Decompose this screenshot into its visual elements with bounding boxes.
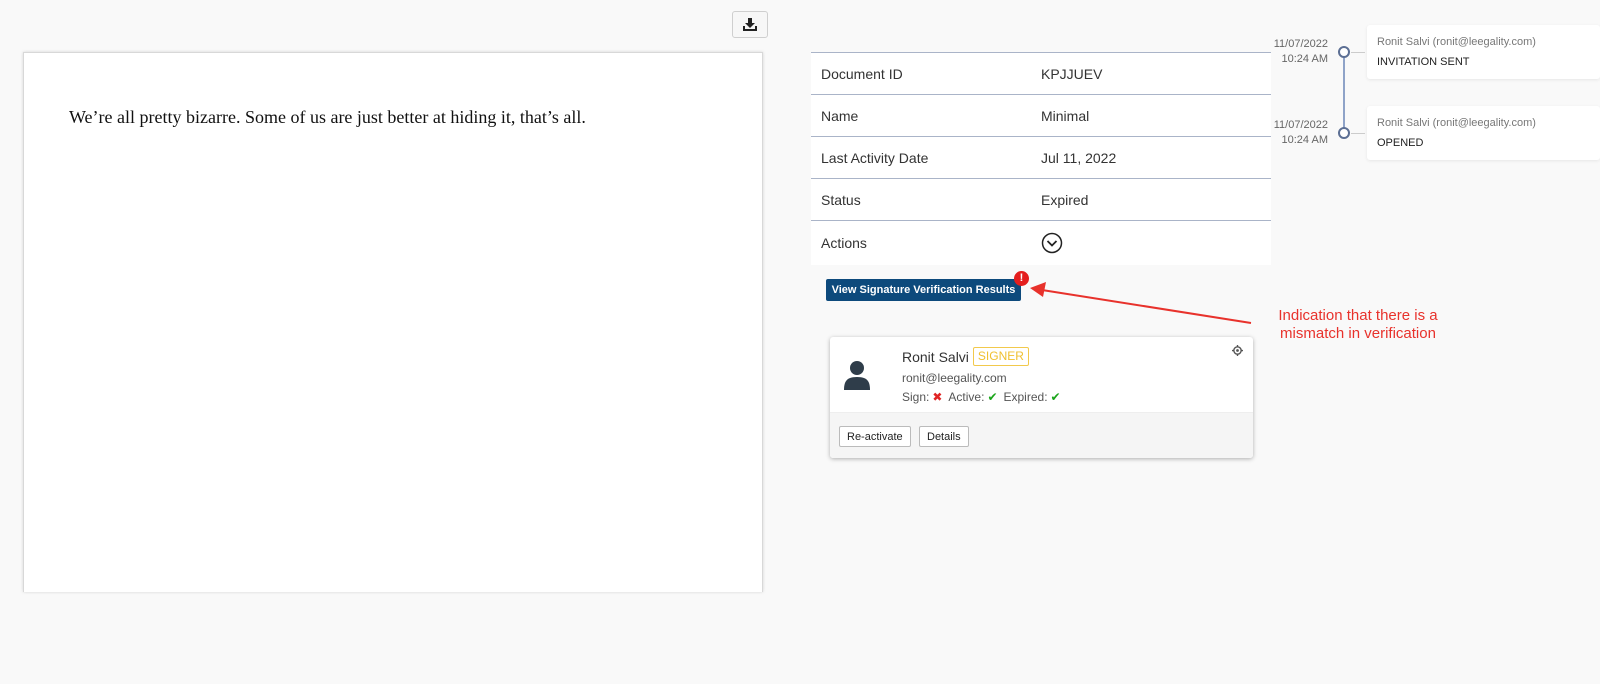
signer-role-badge: SIGNER: [972, 347, 1029, 366]
signer-status: Sign: ✖ Active: ✔ Expired: ✔: [902, 390, 1067, 404]
timeline-line: [1343, 52, 1345, 133]
check-icon: ✔: [987, 390, 998, 404]
timeline-time-value: 10:24 AM: [1281, 53, 1328, 65]
timeline-actor: Ronit Salvi (ronit@leegality.com): [1377, 36, 1536, 48]
cross-icon: ✖: [932, 390, 943, 404]
active-label: Active:: [948, 390, 985, 404]
timeline-date: 11/07/2022 10:24 AM: [1240, 37, 1328, 67]
timeline-node: [1338, 46, 1350, 58]
reactivate-button[interactable]: Re-activate: [839, 426, 911, 447]
timeline-actor: Ronit Salvi (ronit@leegality.com): [1377, 117, 1536, 129]
signer-card-footer: Re-activate Details: [830, 412, 1253, 458]
timeline-date-value: 11/07/2022: [1273, 38, 1328, 50]
gear-icon[interactable]: [1232, 345, 1243, 356]
details-button[interactable]: Details: [919, 426, 969, 447]
timeline-event: INVITATION SENT: [1377, 56, 1470, 68]
signer-email: ronit@leegality.com: [902, 371, 1007, 385]
signer-info: Ronit Salvi SIGNER ronit@leegality.com S…: [902, 347, 1067, 404]
timeline-node: [1338, 127, 1350, 139]
signer-card: Ronit Salvi SIGNER ronit@leegality.com S…: [830, 337, 1253, 458]
timeline-connector: [1351, 52, 1365, 53]
expired-label: Expired:: [1003, 390, 1048, 404]
timeline-connector: [1351, 133, 1365, 134]
timeline-time-value: 10:24 AM: [1281, 134, 1328, 146]
mismatch-annotation: Indication that there is a mismatch in v…: [1278, 307, 1438, 342]
timeline-entry: Ronit Salvi (ronit@leegality.com) OPENED: [1367, 106, 1600, 160]
timeline-date: 11/07/2022 10:24 AM: [1240, 118, 1328, 148]
signer-name-row: Ronit Salvi SIGNER: [902, 347, 1067, 366]
timeline-event: OPENED: [1377, 137, 1424, 149]
timeline-date-value: 11/07/2022: [1273, 119, 1328, 131]
signer-name: Ronit Salvi: [902, 348, 969, 365]
sign-label: Sign:: [902, 390, 930, 404]
user-avatar-icon: [844, 361, 870, 390]
check-icon: ✔: [1050, 390, 1061, 404]
timeline-entry: Ronit Salvi (ronit@leegality.com) INVITA…: [1367, 25, 1600, 79]
